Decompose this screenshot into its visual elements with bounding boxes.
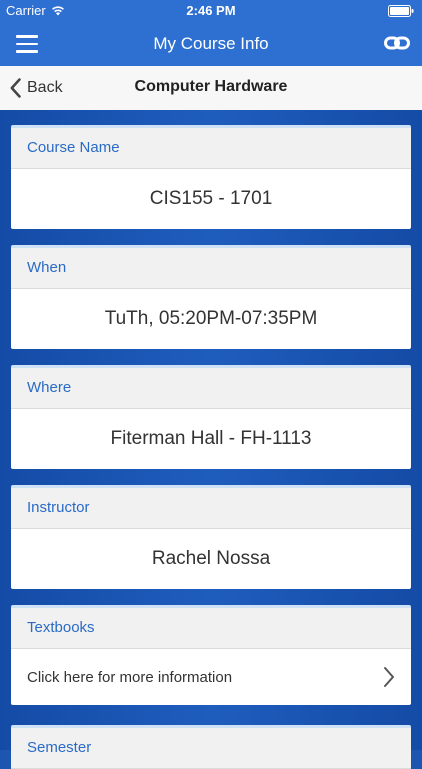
where-card: Where Fiterman Hall - FH-1113 [11, 365, 411, 469]
course-name-card: Course Name CIS155 - 1701 [11, 125, 411, 229]
where-label: Where [11, 368, 411, 409]
textbooks-link-text: Click here for more information [27, 668, 233, 686]
semester-card: Semester [11, 725, 411, 769]
semester-label: Semester [11, 728, 411, 769]
link-icon[interactable] [384, 34, 410, 52]
course-details: Course Name CIS155 - 1701 When TuTh, 05:… [0, 110, 422, 769]
chevron-right-icon [384, 667, 394, 687]
nav-bar: My Course Info [0, 22, 422, 66]
course-name-value: CIS155 - 1701 [149, 188, 273, 209]
instructor-card: Instructor Rachel Nossa [11, 485, 411, 589]
nav-title: My Course Info [153, 34, 269, 53]
status-bar: Carrier 2:46 PM [0, 0, 422, 22]
instructor-label: Instructor [11, 488, 411, 529]
status-time: 2:46 PM [186, 3, 236, 18]
textbooks-card: Textbooks Click here for more informatio… [11, 605, 411, 705]
when-value: TuTh, 05:20PM-07:35PM [104, 308, 318, 329]
course-name-label: Course Name [11, 128, 411, 169]
textbooks-label: Textbooks [11, 608, 411, 649]
page-title: Computer Hardware [134, 78, 288, 95]
battery-icon [388, 5, 414, 17]
sub-nav-bar: Back Computer Hardware [0, 66, 422, 111]
where-value: Fiterman Hall - FH-1113 [110, 428, 312, 449]
textbooks-link[interactable]: Click here for more information [11, 649, 411, 705]
when-card: When TuTh, 05:20PM-07:35PM [11, 245, 411, 349]
instructor-value: Rachel Nossa [151, 548, 271, 569]
when-label: When [11, 248, 411, 289]
